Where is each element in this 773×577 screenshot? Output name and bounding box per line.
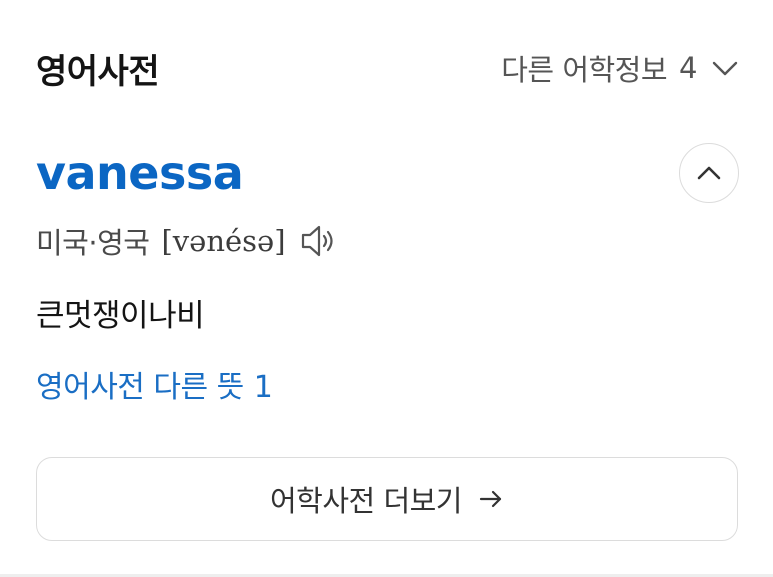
pronunciation-ipa: [vənésə] — [161, 224, 286, 258]
collapse-button[interactable] — [679, 143, 739, 203]
section-title: 영어사전 — [36, 51, 160, 92]
speaker-icon[interactable] — [300, 223, 340, 259]
dictionary-card: 영어사전 다른 어학정보 4 vanessa 미국·영국 [vənésə] 큰멋… — [0, 0, 773, 577]
arrow-right-icon — [479, 490, 502, 508]
other-meanings-count: 1 — [253, 370, 273, 405]
headword[interactable]: vanessa — [36, 146, 244, 200]
pronunciation-region: 미국·영국 — [36, 226, 150, 260]
other-meanings-link[interactable]: 영어사전 다른 뜻 1 — [36, 362, 273, 406]
other-language-info-button[interactable]: 다른 어학정보 4 — [501, 47, 739, 89]
meaning-text: 큰멋쟁이나비 — [36, 298, 205, 334]
more-dictionary-label: 어학사전 더보기 — [270, 484, 462, 518]
other-info-count: 4 — [679, 51, 697, 85]
chevron-up-icon — [697, 166, 721, 180]
pronunciation-row: 미국·영국 [vənésə] — [36, 218, 340, 264]
chevron-down-icon — [712, 61, 738, 76]
dictionary-header: 영어사전 다른 어학정보 4 — [36, 40, 739, 96]
more-dictionary-button[interactable]: 어학사전 더보기 — [36, 457, 738, 541]
other-meanings-label: 영어사전 다른 뜻 — [36, 370, 244, 405]
headword-row: vanessa — [36, 138, 739, 208]
other-info-label: 다른 어학정보 — [501, 53, 668, 87]
